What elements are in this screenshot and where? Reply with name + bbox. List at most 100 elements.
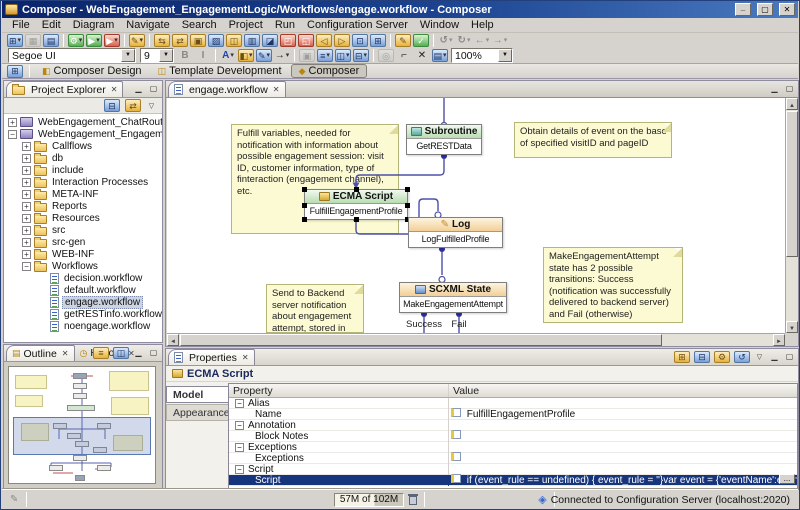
view-menu-icon[interactable]	[145, 100, 158, 112]
tree-toggle-icon[interactable]	[22, 262, 31, 271]
menu-item[interactable]: Diagram	[67, 19, 121, 31]
title-bar[interactable]: Composer - WebEngagement_EngagementLogic…	[2, 1, 798, 18]
close-icon[interactable]	[273, 85, 280, 94]
tree-item[interactable]: src-gen	[4, 236, 162, 248]
crop-icon[interactable]: ✕	[414, 49, 430, 62]
export-diagram-icon[interactable]: ▣	[190, 34, 206, 47]
tree-toggle-icon[interactable]	[22, 250, 31, 259]
table-icon[interactable]: ⊞	[370, 34, 386, 47]
outline-viewport[interactable]	[13, 417, 151, 455]
scroll-down-icon[interactable]	[786, 321, 798, 333]
collapse-toggle-icon[interactable]	[235, 443, 244, 452]
tree-toggle-icon[interactable]	[22, 202, 31, 211]
scroll-up-icon[interactable]	[786, 98, 798, 110]
menu-item[interactable]: Search	[176, 19, 223, 31]
canvas-icon[interactable]: ◫	[226, 34, 242, 47]
import-ports-icon[interactable]: ◰	[280, 34, 296, 47]
minimize-icon[interactable]	[768, 83, 781, 95]
font-size-select[interactable]: 9	[140, 48, 174, 63]
tree-toggle-icon[interactable]	[8, 118, 17, 127]
outline-thumbnail[interactable]	[8, 366, 156, 484]
workflow-canvas[interactable]: Fulfill variables, needed for notificati…	[167, 98, 786, 333]
order-icon[interactable]: ⊟	[353, 49, 369, 62]
maximize-icon[interactable]	[147, 347, 160, 359]
check-icon[interactable]: ✓	[413, 34, 429, 47]
selection-handle[interactable]	[302, 203, 307, 208]
transition-label-success[interactable]: Success	[401, 319, 447, 330]
property-row[interactable]: Script if (event_rule == undefined) { ev…	[229, 475, 797, 486]
perspective-tab[interactable]: ◧ Composer Design	[35, 64, 149, 78]
menu-item[interactable]: Window	[414, 19, 465, 31]
maximize-icon[interactable]	[147, 83, 160, 95]
tab-project-explorer[interactable]: Project Explorer	[6, 81, 123, 97]
tree-item[interactable]: default.workflow	[4, 284, 162, 296]
vertical-scrollbar[interactable]	[785, 98, 798, 333]
run-icon[interactable]: ▶	[86, 34, 102, 47]
font-color-icon[interactable]: A	[220, 49, 236, 62]
diagram-image-icon[interactable]: ▨	[208, 34, 224, 47]
property-row[interactable]: Name FulfillEngagementProfile	[229, 409, 797, 420]
scroll-right-icon[interactable]	[773, 334, 785, 346]
tree-toggle-icon[interactable]	[22, 226, 31, 235]
tree-item[interactable]: noengage.workflow	[4, 320, 162, 332]
sync-diagram-icon[interactable]: ⇄	[172, 34, 188, 47]
fill-color-icon[interactable]: ◧	[238, 49, 254, 62]
brush-icon[interactable]: ✎	[395, 34, 411, 47]
restore-defaults-icon[interactable]: ↺	[734, 351, 750, 363]
menu-item[interactable]: Run	[269, 19, 301, 31]
tree-toggle-icon[interactable]	[22, 178, 31, 187]
collapse-all-icon[interactable]: ⊟	[104, 99, 120, 112]
maximize-icon[interactable]	[783, 351, 796, 363]
open-perspective-icon[interactable]	[7, 65, 23, 78]
scroll-left-icon[interactable]	[167, 334, 179, 346]
menu-item[interactable]: Configuration Server	[301, 19, 414, 31]
tree-item[interactable]: META-INF	[4, 188, 162, 200]
save-icon[interactable]: ▦	[25, 34, 41, 47]
report-icon[interactable]: ◪	[262, 34, 278, 47]
tree-item[interactable]: db	[4, 152, 162, 164]
garbage-collect-icon[interactable]	[409, 496, 417, 505]
new-wizard-icon[interactable]: ⊞	[7, 34, 23, 47]
node-scxml-state[interactable]: SCXML State MakeEngagementAttempt	[399, 282, 507, 313]
close-icon[interactable]	[111, 85, 118, 94]
link-editor-icon[interactable]: ⇆	[154, 34, 170, 47]
bold-icon[interactable]: B	[177, 49, 193, 62]
minimize-icon[interactable]	[132, 83, 145, 95]
tab-properties[interactable]: Properties	[168, 349, 255, 365]
minimize-icon[interactable]	[132, 347, 145, 359]
maximize-window-icon[interactable]	[757, 3, 773, 16]
font-family-select[interactable]: Segoe UI	[8, 48, 136, 63]
transition-label-fail[interactable]: Fail	[444, 319, 474, 330]
validate-icon[interactable]: ✎	[129, 34, 145, 47]
forward-icon[interactable]: →	[492, 34, 508, 47]
selection-handle[interactable]	[354, 187, 359, 192]
redo-icon[interactable]: ↻	[456, 34, 472, 47]
outline-tab[interactable]: ▤ Outline	[6, 345, 75, 361]
show-categories-icon[interactable]: ⊟	[694, 351, 710, 363]
maximize-icon[interactable]	[783, 83, 796, 95]
port-out-icon[interactable]: ▷	[334, 34, 350, 47]
properties-side-tab[interactable]: Model	[166, 386, 228, 403]
tree-item[interactable]: WebEngagement_EngagementLogic	[4, 128, 162, 140]
selection-handle[interactable]	[302, 217, 307, 222]
close-icon[interactable]	[242, 353, 249, 362]
tree-item[interactable]: Reports	[4, 200, 162, 212]
fill-style-icon[interactable]: ▤	[432, 49, 448, 62]
tree-item[interactable]: src	[4, 224, 162, 236]
node-log[interactable]: Log LogFulfilledProfile	[408, 217, 503, 248]
tree-toggle-icon[interactable]	[8, 130, 17, 139]
tab-engage-workflow[interactable]: engage.workflow	[168, 81, 286, 97]
link-with-editor-icon[interactable]: ⇄	[125, 99, 141, 112]
browse-button[interactable]: ...	[779, 474, 795, 484]
collapse-toggle-icon[interactable]	[235, 399, 244, 408]
close-window-icon[interactable]	[779, 3, 795, 16]
node-subroutine[interactable]: Subroutine GetRESTData	[406, 124, 482, 155]
perspective-tab[interactable]: ◆ Composer	[291, 64, 368, 78]
selection-handle[interactable]	[405, 203, 410, 208]
tree-item[interactable]: engage.workflow	[4, 296, 162, 308]
italic-icon[interactable]: I	[195, 49, 211, 62]
horizontal-scrollbar[interactable]	[167, 333, 785, 346]
close-icon[interactable]	[62, 349, 69, 358]
line-style-icon[interactable]: ⌐	[396, 49, 412, 62]
show-advanced-icon[interactable]: ⚙	[714, 351, 730, 363]
